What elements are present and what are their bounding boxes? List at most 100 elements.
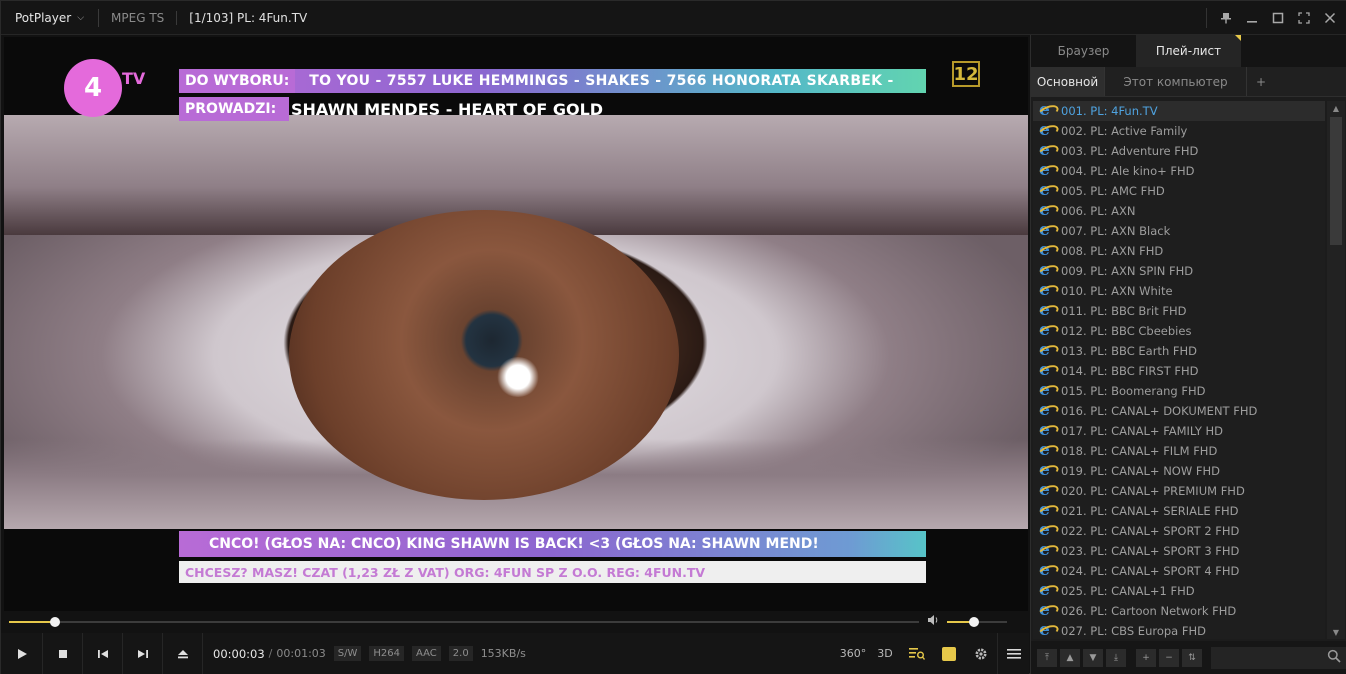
list-item-label: 020. PL: CANAL+ PREMIUM FHD <box>1061 484 1245 498</box>
list-item-label: 016. PL: CANAL+ DOKUMENT FHD <box>1061 404 1258 418</box>
list-item[interactable]: 013. PL: BBC Earth FHD <box>1033 340 1325 361</box>
list-item-label: 001. PL: 4Fun.TV <box>1061 104 1158 118</box>
video-codec-tag[interactable]: H264 <box>369 646 404 661</box>
list-item[interactable]: 008. PL: AXN FHD <box>1033 240 1325 261</box>
internet-explorer-icon <box>1039 580 1055 600</box>
list-item[interactable]: 027. PL: CBS Europa FHD <box>1033 620 1325 639</box>
volume-handle[interactable] <box>969 617 979 627</box>
list-item[interactable]: 007. PL: AXN Black <box>1033 220 1325 241</box>
scroll-thumb[interactable] <box>1330 117 1342 245</box>
list-item[interactable]: 019. PL: CANAL+ NOW FHD <box>1033 460 1325 481</box>
list-item-label: 026. PL: Cartoon Network FHD <box>1061 604 1237 618</box>
list-item[interactable]: 021. PL: CANAL+ SERIALE FHD <box>1033 500 1325 521</box>
3d-button[interactable]: 3D <box>869 633 901 674</box>
list-item[interactable]: 010. PL: AXN White <box>1033 280 1325 301</box>
glint <box>496 357 540 397</box>
previous-button[interactable] <box>83 633 123 674</box>
playlist-scrollbar[interactable]: ▲ ▼ <box>1327 101 1345 639</box>
tab-playlist[interactable]: Плей-лист <box>1136 35 1241 67</box>
list-item[interactable]: 025. PL: CANAL+1 FHD <box>1033 580 1325 601</box>
playlist-search-icon[interactable] <box>901 633 933 674</box>
list-item[interactable]: 020. PL: CANAL+ PREMIUM FHD <box>1033 480 1325 501</box>
subtab-this-computer[interactable]: Этот компьютер <box>1105 67 1247 96</box>
list-item-label: 008. PL: AXN FHD <box>1061 244 1164 258</box>
internet-explorer-icon <box>1039 260 1055 280</box>
next-button[interactable] <box>123 633 163 674</box>
list-item[interactable]: 002. PL: Active Family <box>1033 120 1325 141</box>
playlist-toggle-icon[interactable] <box>933 633 965 674</box>
stop-button[interactable] <box>43 633 83 674</box>
internet-explorer-icon <box>1039 120 1055 140</box>
age-rating-badge: 12 <box>952 61 980 87</box>
list-item[interactable]: 003. PL: Adventure FHD <box>1033 140 1325 161</box>
list-item[interactable]: 022. PL: CANAL+ SPORT 2 FHD <box>1033 520 1325 541</box>
audio-channels-tag[interactable]: 2.0 <box>448 646 473 661</box>
channel-logo-tv: TV <box>122 69 146 88</box>
list-item-label: 023. PL: CANAL+ SPORT 3 FHD <box>1061 544 1240 558</box>
list-item[interactable]: 017. PL: CANAL+ FAMILY HD <box>1033 420 1325 441</box>
seek-bar[interactable] <box>9 621 919 623</box>
list-item[interactable]: 005. PL: AMC FHD <box>1033 180 1325 201</box>
remove-icon[interactable]: − <box>1159 648 1179 667</box>
move-bottom-icon[interactable]: ⤓ <box>1106 648 1126 667</box>
internet-explorer-icon <box>1039 460 1055 480</box>
add-icon[interactable]: + <box>1136 648 1156 667</box>
list-item[interactable]: 006. PL: AXN <box>1033 200 1325 221</box>
list-item[interactable]: 016. PL: CANAL+ DOKUMENT FHD <box>1033 400 1325 421</box>
list-item[interactable]: 026. PL: Cartoon Network FHD <box>1033 600 1325 621</box>
close-icon[interactable] <box>1319 7 1341 29</box>
list-item-label: 018. PL: CANAL+ FILM FHD <box>1061 444 1218 458</box>
scroll-down-icon[interactable]: ▼ <box>1327 625 1345 639</box>
internet-explorer-icon <box>1039 540 1055 560</box>
seek-row <box>1 613 1029 631</box>
playlist-search-input[interactable] <box>1211 646 1346 669</box>
time-display[interactable]: 00:00:03 / 00:01:03 S/W H264 AAC 2.0 153… <box>203 633 526 674</box>
vr-360-button[interactable]: 360° <box>837 633 869 674</box>
scroll-up-icon[interactable]: ▲ <box>1327 101 1345 115</box>
fullscreen-icon[interactable] <box>1293 7 1315 29</box>
app-name: PotPlayer <box>15 10 72 25</box>
panel-tabs: Браузер Плей-лист <box>1031 35 1346 67</box>
internet-explorer-icon <box>1039 340 1055 360</box>
list-item[interactable]: 015. PL: Boomerang FHD <box>1033 380 1325 401</box>
list-item[interactable]: 011. PL: BBC Brit FHD <box>1033 300 1325 321</box>
tab-browser[interactable]: Браузер <box>1031 35 1136 67</box>
eject-button[interactable] <box>163 633 203 674</box>
internet-explorer-icon <box>1039 520 1055 540</box>
list-item[interactable]: 009. PL: AXN SPIN FHD <box>1033 260 1325 281</box>
play-button[interactable] <box>1 633 43 674</box>
list-item[interactable]: 023. PL: CANAL+ SPORT 3 FHD <box>1033 540 1325 561</box>
minimize-icon[interactable] <box>1241 7 1263 29</box>
window-controls <box>1202 1 1341 35</box>
ticker-label: DO WYBORU: <box>179 69 296 93</box>
sw-tag[interactable]: S/W <box>333 646 362 661</box>
list-item[interactable]: 018. PL: CANAL+ FILM FHD <box>1033 440 1325 461</box>
gear-icon[interactable] <box>965 633 997 674</box>
list-item[interactable]: 024. PL: CANAL+ SPORT 4 FHD <box>1033 560 1325 581</box>
seek-handle[interactable] <box>49 617 60 627</box>
list-item[interactable]: 014. PL: BBC FIRST FHD <box>1033 360 1325 381</box>
internet-explorer-icon <box>1039 480 1055 500</box>
pin-icon[interactable] <box>1215 7 1237 29</box>
sort-icon[interactable]: ⇅ <box>1182 648 1202 667</box>
list-item-label: 004. PL: Ale kino+ FHD <box>1061 164 1195 178</box>
format-label: MPEG TS <box>111 10 165 25</box>
subtab-main[interactable]: Основной <box>1031 67 1105 96</box>
move-up-icon[interactable]: ▲ <box>1060 648 1080 667</box>
list-item[interactable]: 004. PL: Ale kino+ FHD <box>1033 160 1325 181</box>
move-down-icon[interactable]: ▼ <box>1083 648 1103 667</box>
maximize-icon[interactable] <box>1267 7 1289 29</box>
video-area[interactable]: 4 TV DO WYBORU: TO YOU - 7557 LUKE HEMMI… <box>4 37 1028 611</box>
internet-explorer-icon <box>1039 380 1055 400</box>
app-menu-button[interactable]: PotPlayer ⌵ <box>1 1 92 34</box>
list-item[interactable]: 001. PL: 4Fun.TV <box>1033 101 1325 121</box>
list-item[interactable]: 012. PL: BBC Cbeebies <box>1033 320 1325 341</box>
audio-codec-tag[interactable]: AAC <box>412 646 441 661</box>
current-time: 00:00:03 <box>213 646 265 661</box>
list-item-label: 005. PL: AMC FHD <box>1061 184 1165 198</box>
move-top-icon[interactable]: ⤒ <box>1037 648 1057 667</box>
divider <box>176 10 178 25</box>
menu-icon[interactable] <box>997 633 1029 674</box>
volume-icon[interactable] <box>927 614 939 629</box>
add-tab-button[interactable]: + <box>1247 67 1275 96</box>
